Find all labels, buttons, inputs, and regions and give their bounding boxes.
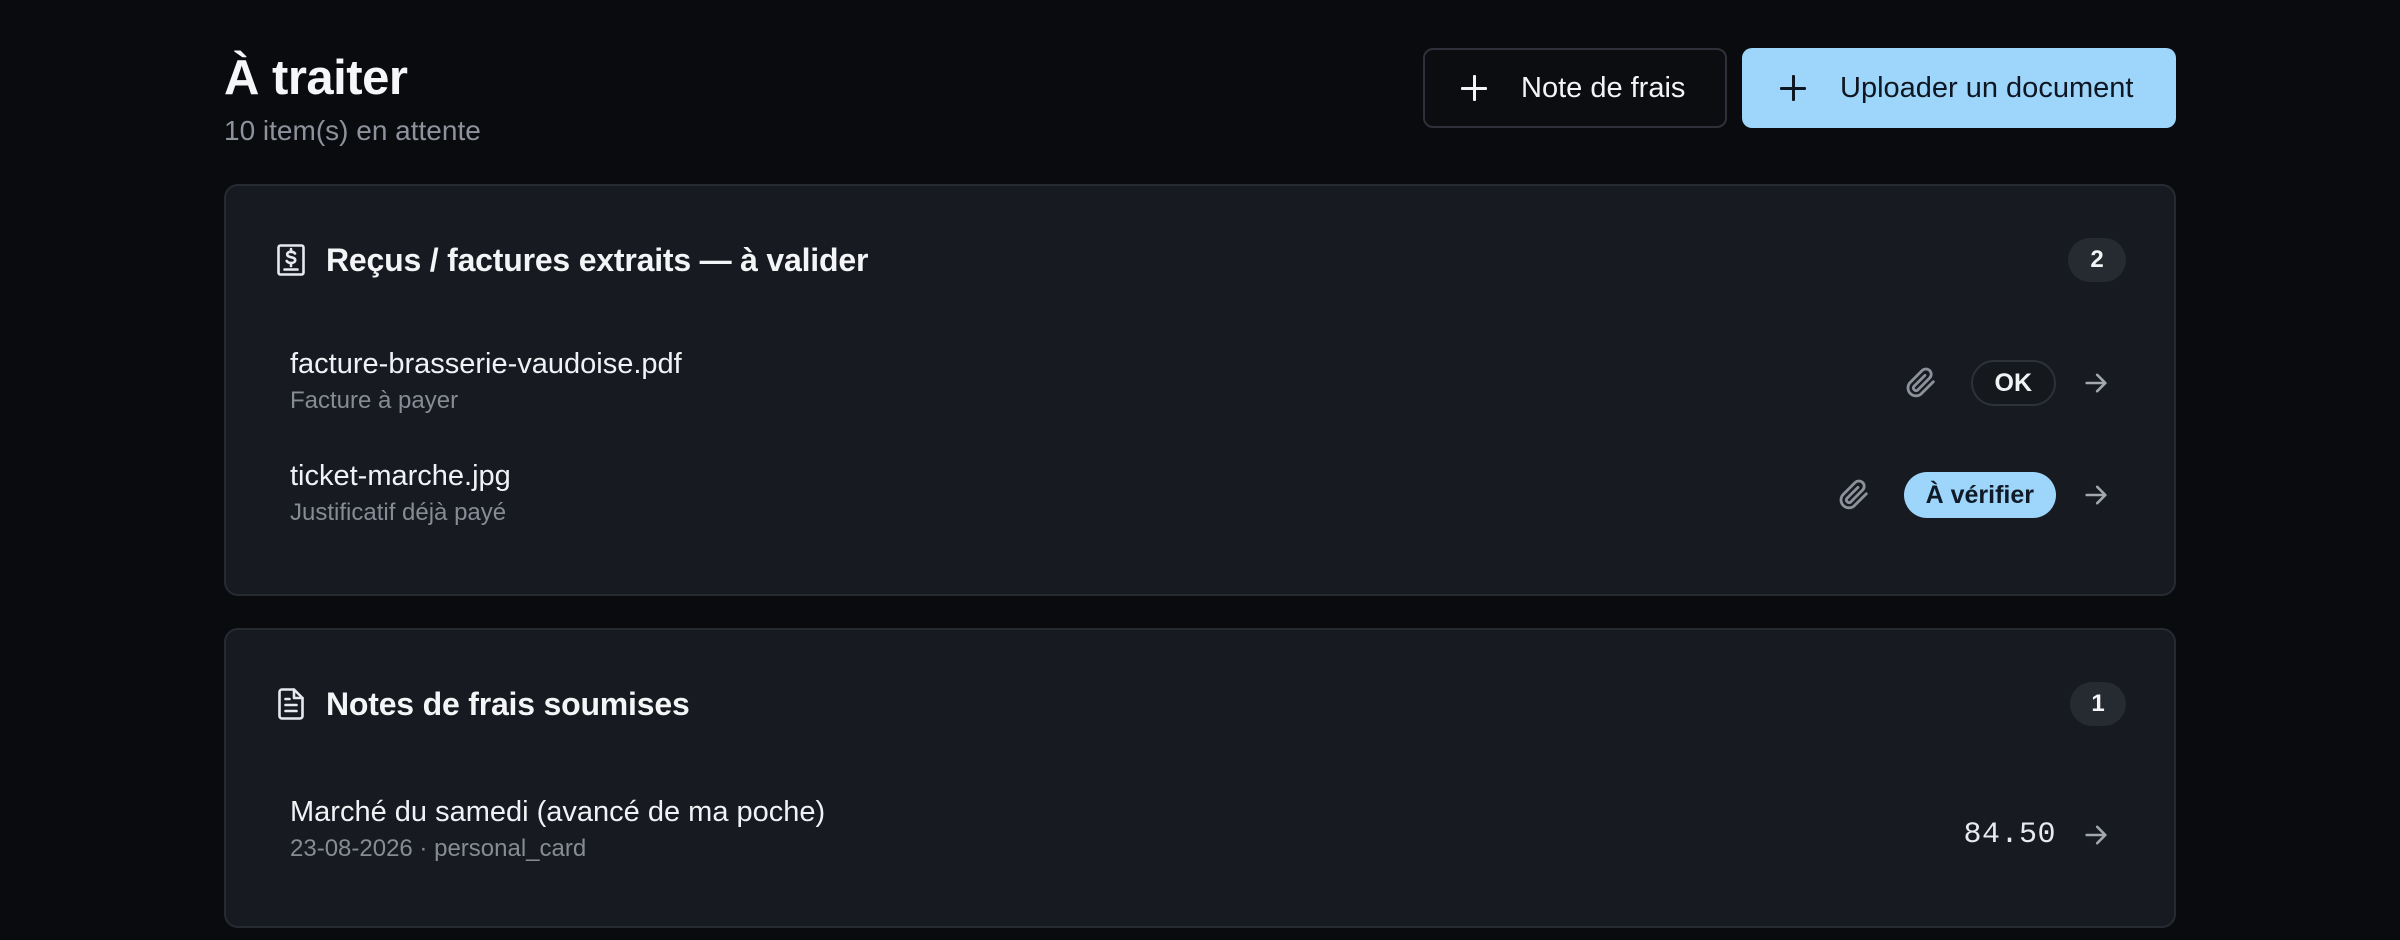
receipt-row[interactable]: facture-brasserie-vaudoise.pdf Facture à… <box>290 346 2126 426</box>
plus-icon <box>1780 75 1806 101</box>
expense-count-badge: 1 <box>2070 682 2126 726</box>
document-icon <box>278 688 304 720</box>
receipt-type: Justificatif déjà payé <box>290 499 507 526</box>
new-expense-note-button[interactable]: Note de frais <box>1423 48 1727 128</box>
plus-icon <box>1461 75 1487 101</box>
receipt-row[interactable]: ticket-marche.jpg Justificatif déjà payé… <box>290 458 2126 538</box>
page-header: À traiter 10 item(s) en attente Note de … <box>224 0 2176 184</box>
receipts-to-validate-card: Reçus / factures extraits — à valider 2 … <box>224 184 2176 596</box>
pending-count-subtitle: 10 item(s) en attente <box>224 115 481 146</box>
receipt-row-actions: À vérifier <box>1836 472 2126 518</box>
expense-card-header: Notes de frais soumises <box>276 682 690 726</box>
status-badge: OK <box>1970 360 2056 406</box>
receipt-row-actions: OK <box>1903 360 2127 406</box>
receipts-count-badge: 2 <box>2068 238 2126 282</box>
expense-amount: 84.50 <box>1963 818 2056 852</box>
paperclip-icon[interactable] <box>1903 366 1937 400</box>
new-expense-note-label: Note de frais <box>1521 71 1686 104</box>
arrow-right-icon[interactable] <box>2082 369 2110 397</box>
receipt-type: Facture à payer <box>290 387 459 414</box>
page-title: À traiter <box>224 51 408 105</box>
expense-note-title: Marché du samedi (avancé de ma poche) <box>290 796 826 828</box>
expense-note-meta: 23-08-2026 · personal_card <box>290 835 587 862</box>
receipt-icon <box>277 244 305 276</box>
arrow-right-icon[interactable] <box>2082 481 2110 509</box>
expense-note-row[interactable]: Marché du samedi (avancé de ma poche) 23… <box>290 794 2126 874</box>
upload-document-label: Uploader un document <box>1840 71 2134 104</box>
submitted-expense-notes-card: Notes de frais soumises 1 Marché du same… <box>224 628 2176 928</box>
receipt-filename: ticket-marche.jpg <box>290 460 511 492</box>
expense-card-title: Notes de frais soumises <box>326 685 690 722</box>
receipt-filename: facture-brasserie-vaudoise.pdf <box>290 348 682 380</box>
upload-document-button[interactable]: Uploader un document <box>1742 48 2176 128</box>
receipts-card-header: Reçus / factures extraits — à valider <box>276 238 868 282</box>
receipts-card-title: Reçus / factures extraits — à valider <box>326 241 869 278</box>
paperclip-icon[interactable] <box>1836 478 1870 512</box>
arrow-right-icon[interactable] <box>2082 821 2110 849</box>
inbox-page: À traiter 10 item(s) en attente Note de … <box>224 0 2176 928</box>
expense-row-actions: 84.50 <box>1963 812 2126 858</box>
status-badge: À vérifier <box>1903 472 2056 518</box>
